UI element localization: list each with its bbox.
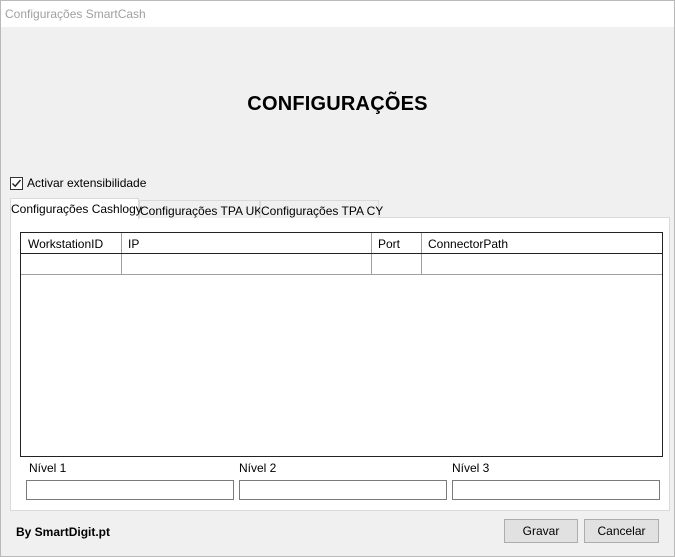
cancel-button[interactable]: Cancelar (584, 519, 659, 543)
title-bar[interactable]: Configurações SmartCash (1, 1, 674, 27)
save-button[interactable]: Gravar (504, 519, 578, 543)
column-header-workstationid[interactable]: WorkstationID (21, 233, 121, 253)
column-header-ip[interactable]: IP (121, 233, 371, 253)
table-row[interactable] (21, 254, 662, 275)
column-divider (121, 233, 122, 253)
workstation-grid[interactable]: WorkstationID IP Port ConnectorPath (20, 232, 663, 457)
level-2-input[interactable] (239, 480, 447, 500)
level-1-label: Nível 1 (29, 461, 67, 475)
column-header-port[interactable]: Port (371, 233, 421, 253)
cell-port[interactable] (371, 254, 421, 274)
level-2-label: Nível 2 (239, 461, 277, 475)
credit-text: By SmartDigit.pt (16, 525, 111, 539)
tab-cashlogy[interactable]: Configurações Cashlogy (10, 198, 142, 219)
checkmark-icon (12, 179, 22, 187)
extensibility-label: Activar extensibilidade (27, 176, 147, 190)
tab-label: Configurações Cashlogy (11, 202, 142, 216)
column-divider (121, 254, 122, 274)
extensibility-row[interactable]: Activar extensibilidade (10, 175, 146, 191)
column-header-connectorpath[interactable]: ConnectorPath (421, 233, 662, 253)
extensibility-checkbox[interactable] (10, 176, 23, 190)
grid-header: WorkstationID IP Port ConnectorPath (21, 233, 662, 254)
tab-tpa-cy[interactable]: Configurações TPA CY (260, 200, 383, 218)
tab-label: Configurações TPA UK (140, 204, 263, 218)
level-1-input[interactable] (26, 480, 234, 500)
tab-tpa-uk[interactable]: Configurações TPA UK (139, 200, 263, 218)
column-divider (421, 254, 422, 274)
column-divider (371, 233, 372, 253)
cell-workstationid[interactable] (21, 254, 121, 274)
cell-connectorpath[interactable] (421, 254, 662, 274)
page-title: CONFIGURAÇÕES (247, 93, 428, 115)
level-3-input[interactable] (452, 480, 660, 500)
settings-window: Configurações SmartCash CONFIGURAÇÕES Ac… (0, 0, 675, 557)
level-3-label: Nível 3 (452, 461, 490, 475)
column-divider (371, 254, 372, 274)
window-title: Configurações SmartCash (5, 7, 146, 21)
tab-label: Configurações TPA CY (261, 204, 384, 218)
cell-ip[interactable] (121, 254, 371, 274)
column-divider (421, 233, 422, 253)
